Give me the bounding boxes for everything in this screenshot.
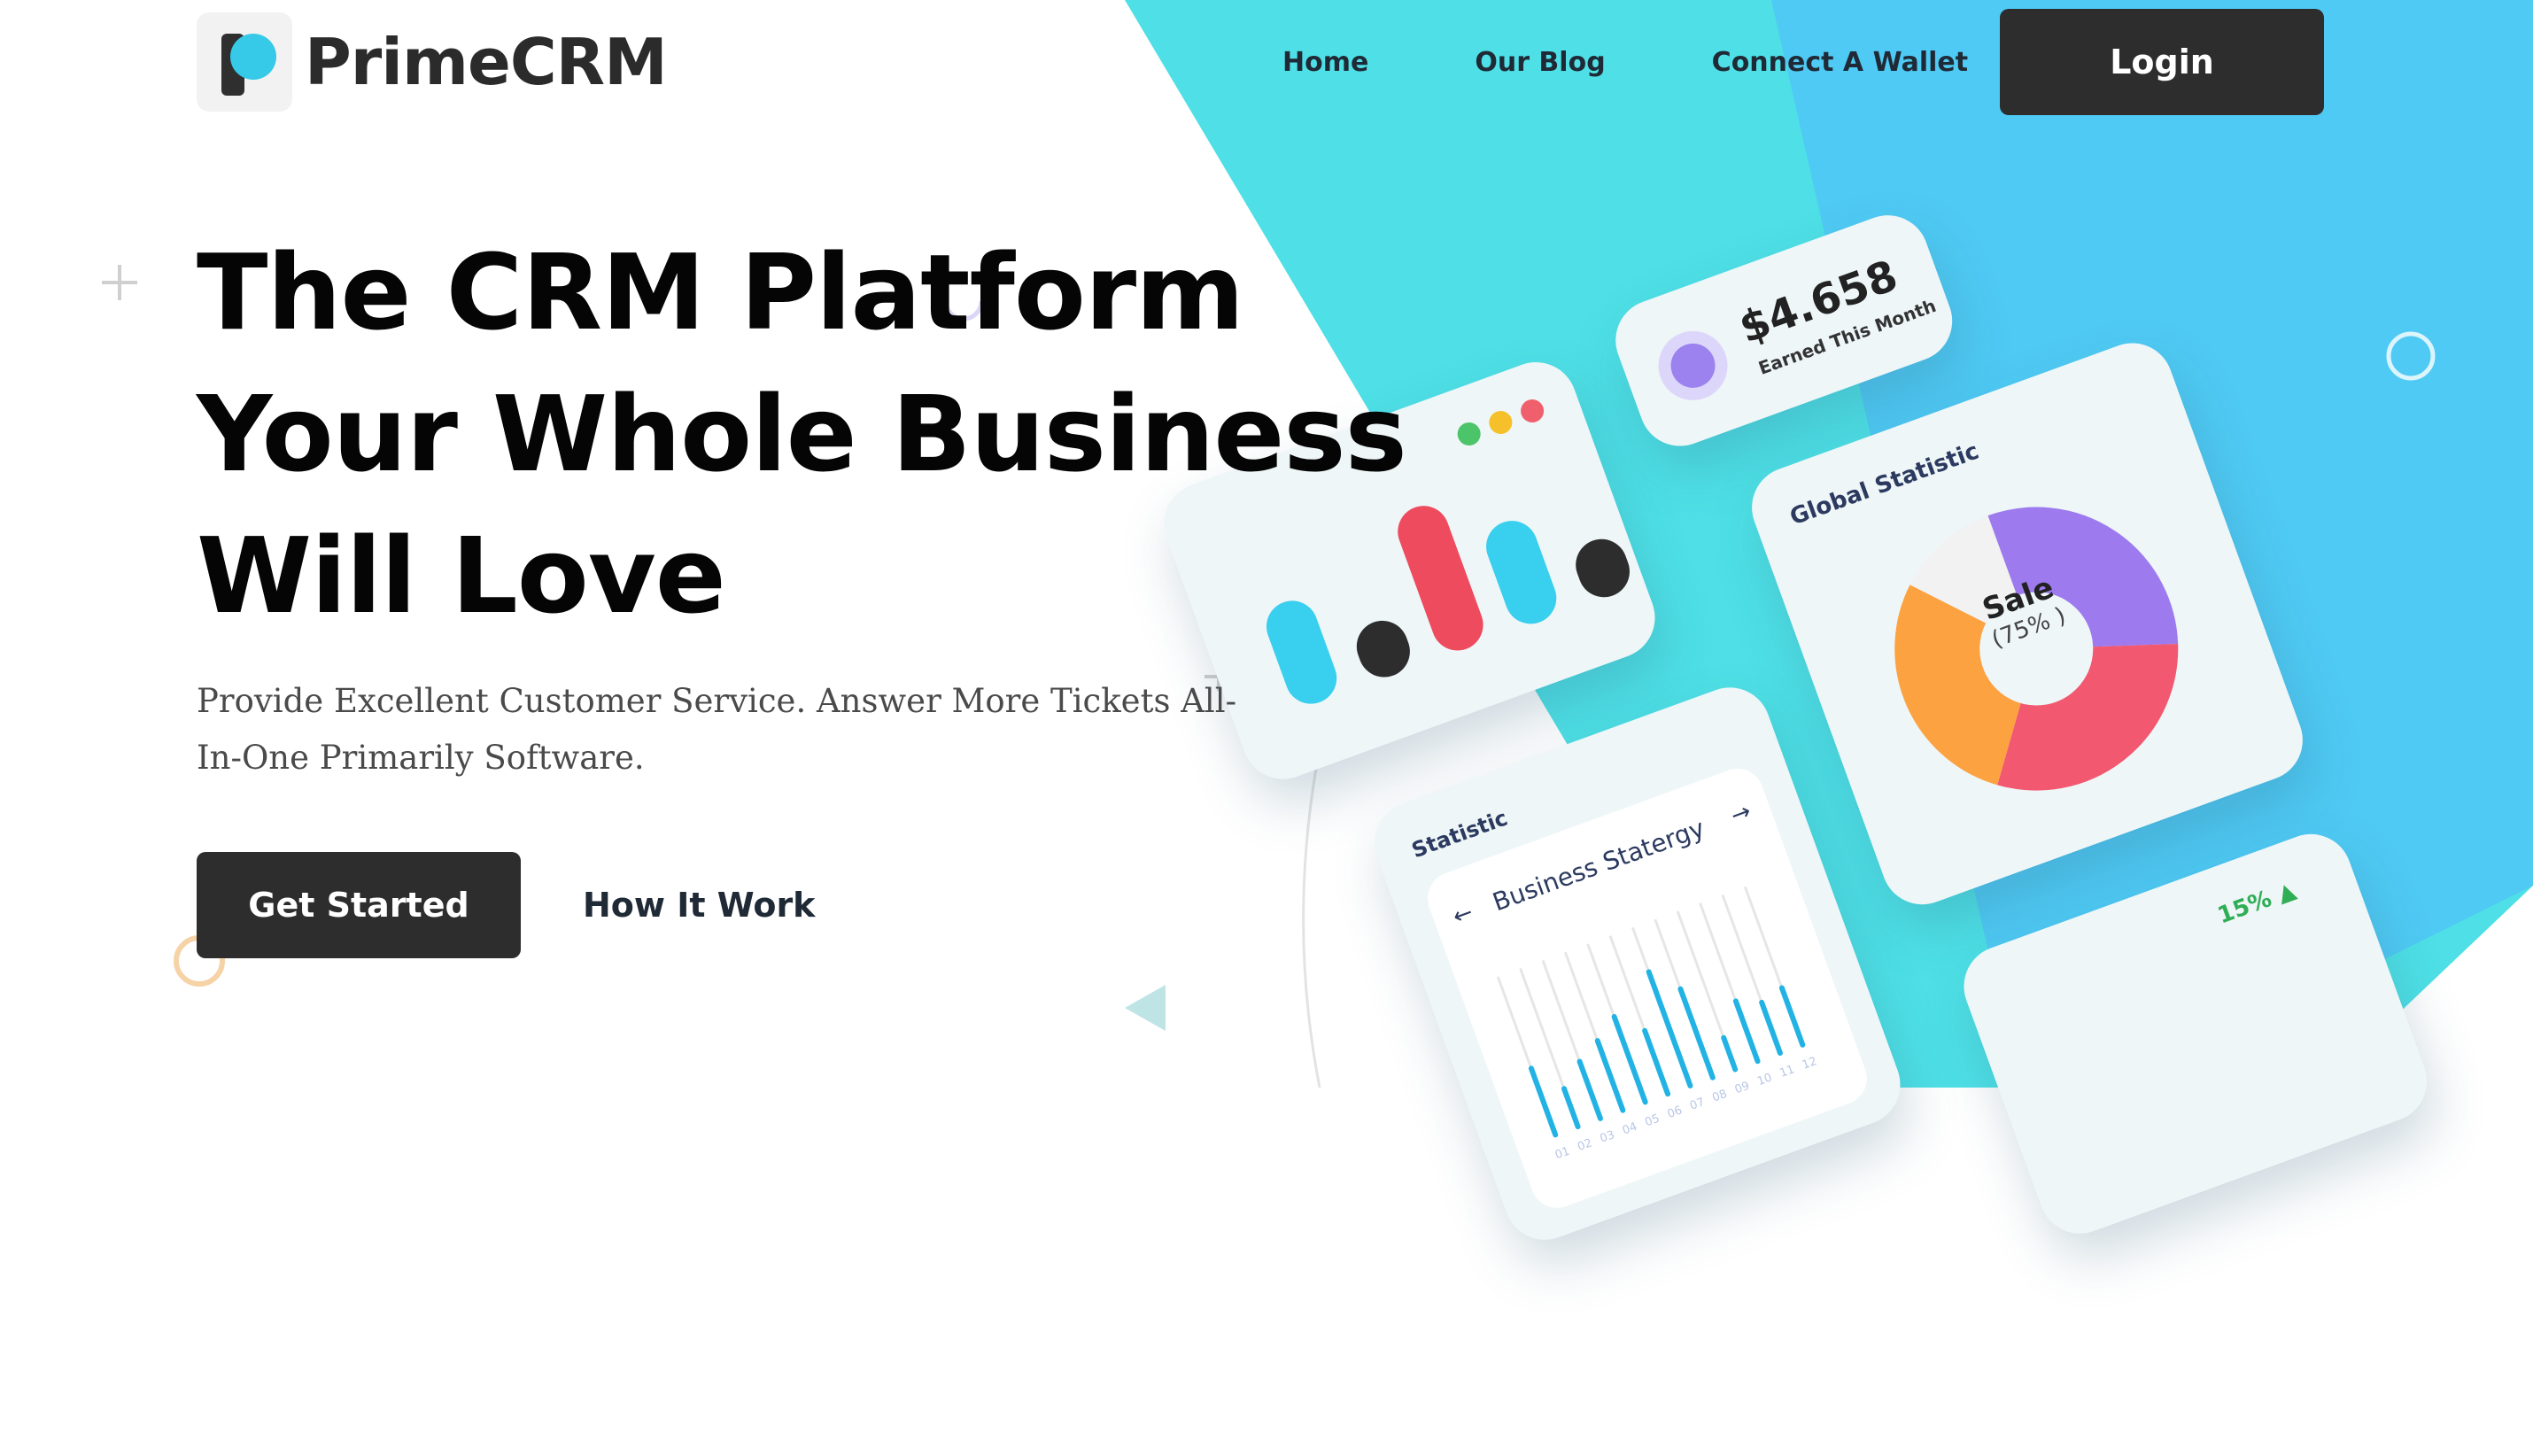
x-tick-label: 08	[1710, 1088, 1729, 1105]
yellow-dot-icon	[1485, 407, 1516, 438]
chart-bar	[1732, 998, 1761, 1065]
logo-mark-icon	[197, 12, 292, 112]
earnings-dot-icon	[1648, 321, 1738, 410]
growth-card: 15% ▲	[1952, 822, 2439, 1245]
plus-icon	[102, 265, 137, 300]
window-dots	[1445, 396, 1547, 452]
trend-up-icon: ▲	[2274, 877, 2300, 909]
chart-bar	[1778, 985, 1806, 1048]
triangle-icon	[1125, 985, 1166, 1031]
nav-link-home[interactable]: Home	[1282, 47, 1368, 78]
hero-title-line: Will Love	[197, 515, 726, 637]
green-dot-icon	[1454, 419, 1484, 449]
nav-link-our-blog[interactable]: Our Blog	[1475, 47, 1605, 78]
chart-bar	[1576, 1058, 1603, 1121]
x-tick-label: 05	[1643, 1112, 1662, 1130]
x-tick-label: 10	[1755, 1071, 1774, 1088]
sales-donut-chart	[1894, 507, 2179, 791]
hero-title: The CRM Platform Your Whole Business Wil…	[197, 221, 1407, 647]
x-tick-label: 07	[1688, 1096, 1707, 1113]
how-it-work-link[interactable]: How It Work	[583, 886, 815, 925]
chart-bar	[1677, 986, 1716, 1080]
arrow-left-icon: ←	[1449, 899, 1477, 931]
x-tick-label: 12	[1801, 1055, 1819, 1073]
arrow-right-icon: →	[1727, 797, 1755, 830]
chart-bar	[1594, 1038, 1626, 1113]
chart-bar	[1646, 969, 1693, 1088]
x-tick-label: 01	[1553, 1145, 1572, 1163]
x-tick-label: 06	[1666, 1104, 1685, 1121]
brand-logo[interactable]: PrimeCRM	[197, 12, 668, 112]
x-tick-label: 09	[1733, 1080, 1752, 1097]
global-statistic-card: Global Statistic Sale (75% )	[1740, 331, 2314, 917]
x-tick-label: 02	[1576, 1136, 1594, 1154]
chart-bar	[1721, 1034, 1739, 1073]
chart-bar	[1759, 999, 1783, 1057]
chart-bar	[1561, 1086, 1581, 1130]
get-started-button[interactable]: Get Started	[197, 852, 521, 958]
hero-title-line: The CRM Platform	[197, 231, 1244, 353]
top-nav: Home Our Blog Connect A Wallet	[1240, 0, 2074, 124]
chart-bar	[1611, 1014, 1648, 1105]
red-dot-icon	[1517, 396, 1547, 426]
brand-name: PrimeCRM	[305, 25, 668, 99]
hero-title-line: Your Whole Business	[197, 373, 1407, 495]
chart-bar	[1642, 1027, 1671, 1097]
login-button[interactable]: Login	[2000, 9, 2324, 115]
cta-group: Get Started How It Work	[197, 852, 815, 958]
pill-bar	[1478, 513, 1564, 631]
hero-subtitle: Provide Excellent Customer Service. Answ…	[197, 682, 1237, 777]
growth-percent: 15% ▲	[2214, 877, 2299, 929]
x-tick-label: 11	[1778, 1063, 1797, 1080]
nav-link-connect-wallet[interactable]: Connect A Wallet	[1712, 47, 1968, 78]
growth-percent-value: 15%	[2214, 885, 2275, 930]
x-tick-label: 04	[1621, 1120, 1639, 1138]
chart-bar	[1528, 1065, 1559, 1138]
pill-bar	[1569, 531, 1638, 605]
x-tick-label: 03	[1599, 1128, 1617, 1146]
